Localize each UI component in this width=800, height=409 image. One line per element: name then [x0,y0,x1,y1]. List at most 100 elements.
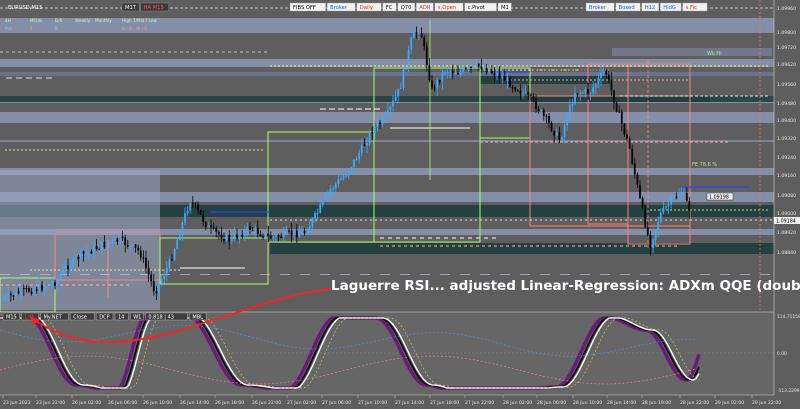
candle-body[interactable] [30,291,33,294]
candle-body[interactable] [509,77,511,88]
candle-body[interactable] [584,88,587,93]
candle-body[interactable] [631,148,634,164]
candle-body[interactable] [454,72,457,75]
candle-body[interactable] [295,230,298,238]
candle-body[interactable] [605,71,608,75]
candle-body[interactable] [532,95,535,100]
candle-body[interactable] [623,123,626,135]
candle-body[interactable] [415,32,418,34]
top-right-button-3[interactable]: HidG [663,5,676,11]
candle-body[interactable] [217,231,220,235]
candle-body[interactable] [56,278,59,286]
candle-body[interactable] [168,259,171,268]
top-mid-button-2[interactable]: Daily [360,5,373,11]
candle-body[interactable] [420,33,423,38]
indicator-button-8[interactable]: MBL [192,315,203,321]
candle-body[interactable] [176,239,179,250]
candle-body[interactable] [347,171,350,176]
candle-body[interactable] [516,90,519,92]
candle-body[interactable] [446,72,449,74]
candle-body[interactable] [25,288,28,290]
candle-body[interactable] [574,93,576,104]
candle-body[interactable] [350,167,353,172]
candle-body[interactable] [290,230,293,236]
candle-body[interactable] [301,230,303,234]
candle-body[interactable] [397,88,400,97]
candle-body[interactable] [171,259,173,261]
candle-body[interactable] [9,293,12,296]
candle-body[interactable] [67,265,69,270]
top-mid-button-5[interactable]: ADR [419,5,431,11]
candle-body[interactable] [379,122,381,124]
candle-body[interactable] [587,88,589,94]
candle-body[interactable] [566,119,569,126]
candle-body[interactable] [472,65,475,68]
indicator-button-4[interactable]: DCP [99,315,109,321]
candle-body[interactable] [98,249,101,251]
candle-body[interactable] [324,195,327,201]
candle-body[interactable] [285,230,288,232]
candle-body[interactable] [683,193,686,195]
candle-body[interactable] [529,94,532,96]
candle-body[interactable] [80,251,82,260]
candle-body[interactable] [41,284,43,291]
candle-body[interactable] [249,226,251,231]
candle-body[interactable] [555,131,558,136]
candle-body[interactable] [93,246,95,254]
candle-body[interactable] [119,236,121,242]
candle-body[interactable] [165,267,168,276]
candle-body[interactable] [51,282,54,284]
candle-body[interactable] [256,227,259,235]
candle-body[interactable] [311,218,314,227]
candle-body[interactable] [641,197,644,208]
candle-body[interactable] [215,227,218,232]
candle-body[interactable] [615,102,618,112]
candle-body[interactable] [308,226,311,233]
candle-body[interactable] [483,68,485,70]
candle-body[interactable] [243,229,246,237]
candle-body[interactable] [72,257,75,266]
candle-body[interactable] [451,71,454,74]
candle-body[interactable] [394,96,397,101]
candle-body[interactable] [241,234,244,237]
candle-body[interactable] [363,144,366,146]
indicator-button-3[interactable]: Close [73,315,87,321]
candle-body[interactable] [353,159,355,168]
top-right-button-0[interactable]: Broker [589,5,607,11]
candle-body[interactable] [178,235,181,240]
candle-body[interactable] [527,91,530,95]
candle-body[interactable] [282,231,285,238]
candle-body[interactable] [470,66,472,68]
candle-body[interactable] [522,92,524,94]
candle-body[interactable] [355,159,358,161]
candle-body[interactable] [402,69,405,88]
candle-body[interactable] [386,109,389,116]
candle-body[interactable] [181,222,184,236]
candle-body[interactable] [589,92,592,94]
candle-body[interactable] [600,72,602,78]
candle-body[interactable] [173,249,176,260]
candle-body[interactable] [103,241,106,248]
candle-body[interactable] [542,109,545,116]
candle-body[interactable] [204,221,207,228]
candle-body[interactable] [425,46,428,66]
candle-body[interactable] [428,65,431,81]
top-mid-button-4[interactable]: Q70 [401,5,412,11]
candle-body[interactable] [272,237,275,239]
candle-body[interactable] [48,283,51,287]
candle-body[interactable] [69,265,72,270]
candle-body[interactable] [134,244,137,248]
candle-body[interactable] [137,247,140,251]
candle-body[interactable] [488,70,491,73]
candle-body[interactable] [467,66,470,69]
candle-body[interactable] [672,196,675,198]
candle-body[interactable] [54,282,56,286]
candle-body[interactable] [82,251,85,254]
candle-body[interactable] [46,286,49,288]
candle-body[interactable] [150,274,153,282]
candle-body[interactable] [277,235,280,237]
candle-body[interactable] [620,111,623,124]
candle-body[interactable] [524,91,527,94]
candle-body[interactable] [269,235,272,239]
candle-body[interactable] [303,230,306,234]
